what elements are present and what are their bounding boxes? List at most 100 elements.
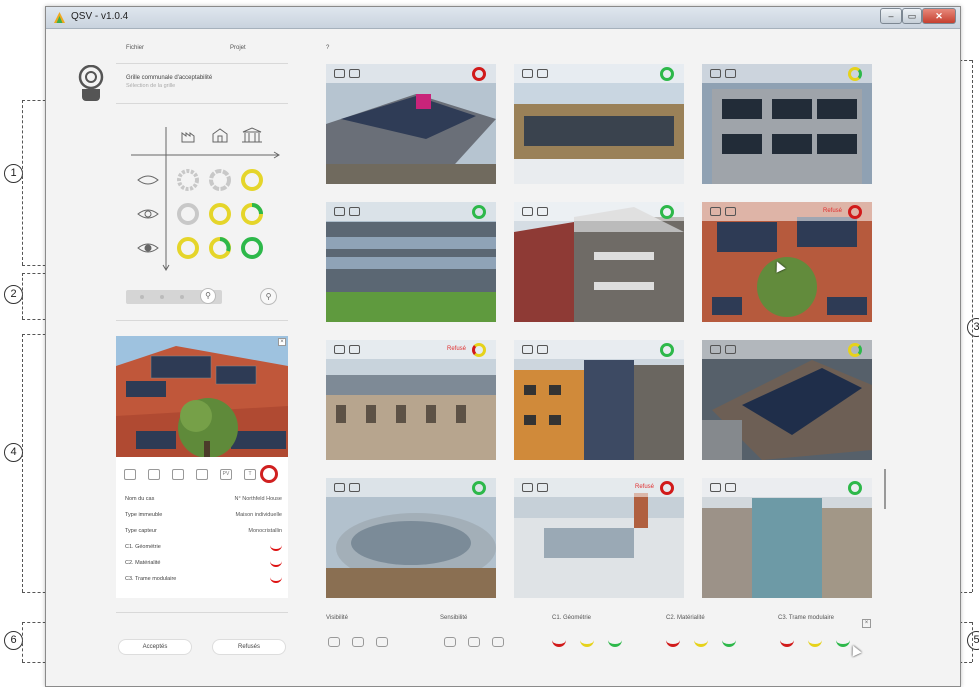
materiality-good-icon[interactable] [722, 640, 736, 647]
refused-label: Refusé [446, 346, 466, 352]
zoom-step[interactable] [180, 295, 184, 299]
grid-scrollbar[interactable] [884, 469, 886, 509]
case-tile[interactable]: Refusé [326, 340, 496, 460]
filter-label-materiality: C2. Matérialité [666, 615, 705, 621]
matrix-ring-r1c3[interactable] [241, 169, 263, 191]
geometry-medium-icon[interactable] [580, 640, 594, 647]
visibility-low-icon[interactable] [137, 175, 159, 185]
menu-bar: Fichier Projet ? [46, 45, 960, 59]
case-tile[interactable] [702, 64, 872, 184]
building-type-icon [537, 483, 548, 492]
accepted-button[interactable]: Acceptés [118, 639, 192, 655]
close-button[interactable]: ✕ [922, 8, 956, 24]
menu-projet[interactable]: Projet [230, 45, 246, 51]
visibility-icon [522, 345, 533, 354]
refused-button[interactable]: Refusés [212, 639, 286, 655]
industrial-building-icon[interactable] [181, 132, 195, 143]
status-ring [660, 205, 674, 219]
building-type-icon [537, 207, 548, 216]
frown-icon [270, 577, 282, 583]
filters-close-icon[interactable]: × [862, 619, 871, 628]
case-tile[interactable] [514, 202, 684, 322]
heritage-building-icon[interactable] [492, 637, 504, 647]
visibility-medium-icon[interactable] [137, 209, 159, 219]
house-icon[interactable] [468, 637, 480, 647]
heritage-building-icon[interactable] [242, 127, 262, 143]
case-tile[interactable] [514, 340, 684, 460]
case-tile[interactable] [514, 64, 684, 184]
menu-help[interactable]: ? [326, 45, 329, 51]
status-ring [472, 67, 486, 81]
matrix-ring-r2c2[interactable] [209, 203, 231, 225]
matrix-ring-r1c1[interactable] [177, 169, 199, 191]
case-tile[interactable] [326, 64, 496, 184]
building-type-icon [725, 207, 736, 216]
visibility-low-icon[interactable] [328, 637, 340, 647]
zoom-step[interactable] [140, 295, 144, 299]
materiality-medium-icon[interactable] [694, 640, 708, 647]
matrix-ring-r3c3[interactable] [241, 237, 263, 259]
bracket-6 [22, 622, 23, 662]
materiality-bad-icon[interactable] [666, 640, 680, 647]
maximize-button[interactable]: ▭ [902, 8, 922, 24]
status-ring [848, 343, 862, 357]
card-separator [116, 612, 288, 613]
modular-medium-icon[interactable] [808, 640, 822, 647]
visibility-icon [522, 69, 533, 78]
building-type-icon [725, 345, 736, 354]
case-tile[interactable] [326, 202, 496, 322]
row-value: Monocristallin [248, 528, 282, 534]
modular-good-icon[interactable] [836, 640, 850, 647]
house-icon[interactable] [212, 128, 228, 143]
industrial-building-icon[interactable] [444, 637, 456, 647]
bracket-4 [22, 334, 23, 592]
app-window: QSV - v1.0.4 – ▭ ✕ Fichier Projet ? Gril… [45, 6, 961, 687]
case-tile[interactable] [702, 478, 872, 598]
visibility-icon [124, 469, 136, 480]
status-ring [472, 205, 486, 219]
callout-6: 6 [4, 631, 23, 650]
frown-icon [270, 561, 282, 567]
building-type-icon [349, 207, 360, 216]
building-type-icon [725, 69, 736, 78]
detail-status-ring [260, 465, 278, 483]
grid-subtitle[interactable]: Sélection de la grille [126, 83, 175, 89]
menu-fichier[interactable]: Fichier [126, 45, 144, 51]
card-close-icon[interactable]: × [278, 338, 286, 346]
building-type-icon [349, 69, 360, 78]
matrix-ring-r1c2[interactable] [209, 169, 231, 191]
visibility-medium-icon[interactable] [352, 637, 364, 647]
geometry-bad-icon[interactable] [552, 640, 566, 647]
case-grid: Refusé Refusé Refusé [326, 64, 874, 600]
case-tile[interactable] [702, 340, 872, 460]
status-ring [848, 481, 862, 495]
detail-card: × PV T Nom du cas N° Northfeld House Typ… [116, 336, 288, 598]
geometry-good-icon[interactable] [608, 640, 622, 647]
visibility-icon [710, 345, 721, 354]
row-value: Maison individuelle [235, 512, 282, 518]
visibility-high-icon[interactable] [137, 243, 159, 253]
visibility-icon [334, 345, 345, 354]
case-tile[interactable]: Refusé [702, 202, 872, 322]
matrix-ring-r3c1[interactable] [177, 237, 199, 259]
filter-bar: Visibilité Sensibilité C1. Géométrie C2.… [326, 615, 886, 665]
pv-icon: PV [220, 469, 232, 480]
row-key: Type capteur [125, 528, 157, 534]
zoom-separator [116, 320, 288, 321]
modular-bad-icon[interactable] [780, 640, 794, 647]
row-key: Type immeuble [125, 512, 163, 518]
row-key: Nom du cas [125, 496, 155, 502]
case-tile[interactable] [326, 478, 496, 598]
title-bar[interactable]: QSV - v1.0.4 – ▭ ✕ [46, 7, 960, 29]
zoom-step[interactable] [160, 295, 164, 299]
refused-label: Refusé [822, 208, 842, 214]
visibility-high-icon[interactable] [376, 637, 388, 647]
minimize-button[interactable]: – [880, 8, 902, 24]
detail-row: C2. Matérialité [125, 560, 282, 570]
zoom-search-icon[interactable]: ⚲ [260, 288, 277, 305]
case-tile[interactable]: Refusé [514, 478, 684, 598]
matrix-ring-r2c1[interactable] [177, 203, 199, 225]
bracket-5 [972, 622, 973, 662]
status-ring [472, 481, 486, 495]
zoom-handle-search-icon[interactable]: ⚲ [200, 288, 216, 304]
